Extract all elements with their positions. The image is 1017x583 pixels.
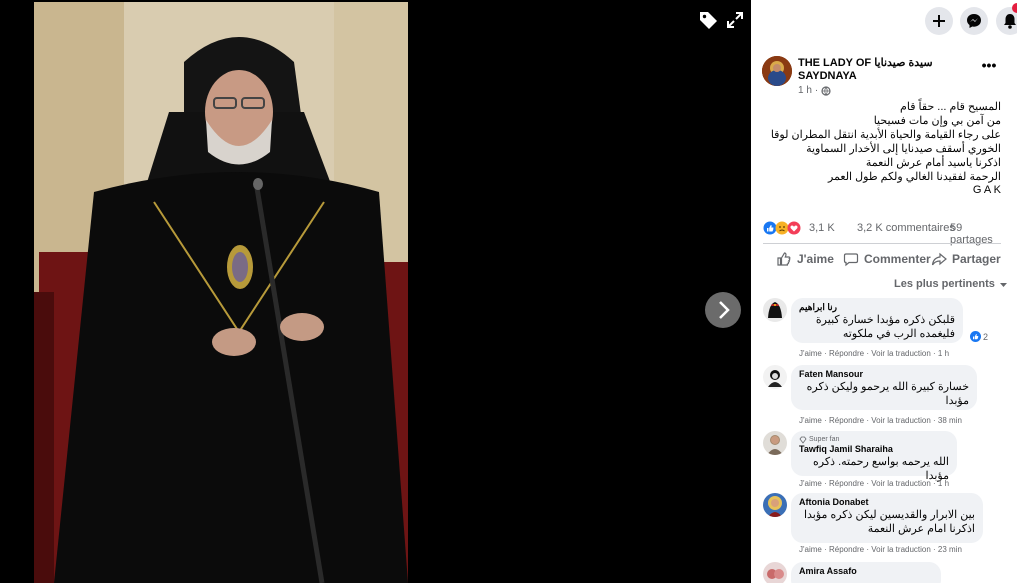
- comments-count[interactable]: 3,2 K commentaires: [857, 222, 955, 234]
- page-name[interactable]: THE LADY OF سيدة صيدنايا SAYDNAYA: [798, 57, 958, 83]
- post-text: المسيح قام ... حقاً قام من آمن بي وإن ما…: [770, 101, 1001, 197]
- comment-bubble: Aftonia Donabet بين الابرار والقديسين لي…: [791, 493, 983, 543]
- comment-reactions[interactable]: 2: [968, 331, 991, 342]
- comment-actions[interactable]: J'aime · Répondre · Voir la traduction ·…: [799, 545, 962, 554]
- commenter-avatar[interactable]: [763, 562, 787, 583]
- globe-icon: [821, 85, 831, 96]
- diamond-icon: [799, 436, 807, 444]
- comment-text: بين الابرار والقديسين ليكن ذكره مؤبدا اذ…: [803, 509, 975, 535]
- like-reaction-icon: [970, 331, 981, 342]
- messenger-icon: [967, 14, 981, 28]
- commenter-avatar[interactable]: [763, 365, 787, 389]
- messenger-button[interactable]: [960, 7, 988, 35]
- comment-sort-dropdown[interactable]: Les plus pertinents: [894, 278, 1008, 290]
- share-label: Partager: [952, 252, 1001, 266]
- commenter-name[interactable]: Aftonia Donabet: [799, 497, 975, 508]
- commenter-name[interactable]: Amira Assafo: [799, 566, 933, 577]
- super-fan-badge: Super fan: [799, 435, 949, 444]
- commenter-name[interactable]: Tawfiq Jamil Sharaiha: [799, 444, 949, 455]
- comment-bubble: رنا ابراهيم قلبكن ذكره مؤبدا خسارة كبيرة…: [791, 298, 963, 343]
- sort-label: Les plus pertinents: [894, 278, 995, 290]
- like-button[interactable]: J'aime: [776, 250, 834, 268]
- comment-actions[interactable]: J'aime · Répondre · Voir la traduction ·…: [799, 349, 949, 358]
- comment-actions[interactable]: J'aime · Répondre · Voir la traduction ·…: [799, 479, 949, 488]
- tag-icon[interactable]: [697, 9, 719, 31]
- photo-viewer: [0, 0, 751, 583]
- commenter-avatar[interactable]: [763, 493, 787, 517]
- expand-icon[interactable]: [724, 9, 746, 31]
- share-button[interactable]: Partager: [931, 250, 1001, 268]
- comment-text: قلبكن ذكره مؤبدا خسارة كبيرة فليغمده الر…: [815, 314, 955, 340]
- reaction-count[interactable]: 3,1 K: [809, 222, 835, 234]
- comment-bubble: Faten Mansour خسارة كبيرة الله يرحمو ولي…: [791, 365, 977, 410]
- comment-actions[interactable]: J'aime · Répondre · Voir la traduction ·…: [799, 416, 962, 425]
- create-button[interactable]: [925, 7, 953, 35]
- plus-icon: [933, 15, 945, 27]
- comment-text: خسارة كبيرة الله يرحمو وليكن ذكره مؤبدا: [806, 381, 969, 407]
- comment-bubble: Super fan Tawfiq Jamil Sharaiha الله يرح…: [791, 431, 957, 482]
- notification-badge: [1012, 3, 1017, 13]
- post-panel: THE LADY OF سيدة صيدنايا SAYDNAYA 1 h · …: [751, 0, 1017, 583]
- comment-reaction-count: 2: [983, 331, 989, 342]
- commenter-avatar[interactable]: [763, 298, 787, 322]
- comment-icon: [843, 253, 859, 267]
- reaction-icons[interactable]: [763, 221, 805, 235]
- comment-bubble: Amira Assafo: [791, 562, 941, 583]
- commenter-name[interactable]: Faten Mansour: [799, 369, 969, 380]
- more-options-icon[interactable]: •••: [980, 58, 998, 74]
- badge-label: Super fan: [809, 436, 840, 443]
- chevron-right-icon: [719, 301, 730, 319]
- post-photo[interactable]: [34, 2, 408, 583]
- page-avatar[interactable]: [762, 56, 792, 86]
- commenter-avatar[interactable]: [763, 431, 787, 455]
- comment-label: Commenter: [864, 252, 931, 266]
- comment-button[interactable]: Commenter: [843, 250, 931, 268]
- divider: [763, 243, 1001, 244]
- like-icon: [777, 252, 791, 266]
- like-label: J'aime: [797, 252, 834, 266]
- share-icon: [931, 252, 947, 266]
- post-meta: 1 h ·: [798, 85, 831, 96]
- reactions-row: 3,1 K 3,2 K commentaires 59 partages: [763, 220, 1003, 246]
- next-photo-button[interactable]: [705, 292, 741, 328]
- caret-down-icon: [999, 282, 1007, 287]
- post-time[interactable]: 1 h: [798, 85, 812, 96]
- commenter-name[interactable]: رنا ابراهيم: [799, 302, 955, 313]
